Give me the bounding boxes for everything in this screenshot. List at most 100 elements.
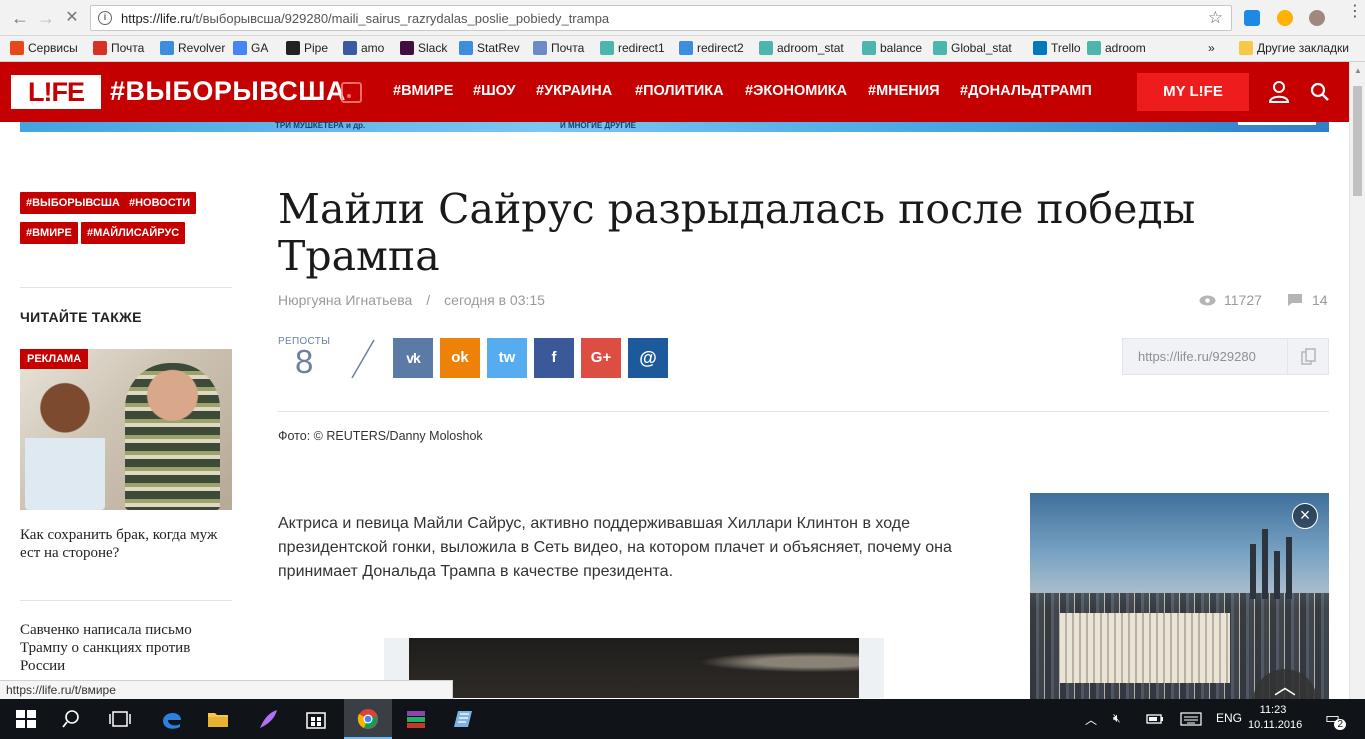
store-icon[interactable] (304, 708, 328, 730)
bookmarks-more-button[interactable]: » (1208, 41, 1215, 55)
bookmark-pipe[interactable]: Pipe (286, 41, 328, 55)
nav-item-5[interactable]: #ЭКОНОМИКА (745, 83, 847, 99)
info-icon[interactable]: i (98, 11, 112, 25)
comment-icon (1288, 294, 1302, 306)
bookmark-star-icon[interactable]: ☆ (1208, 8, 1223, 28)
browser-menu-icon[interactable]: ⋮ (1347, 4, 1363, 20)
search-icon[interactable] (62, 708, 86, 730)
notepad-icon[interactable] (452, 708, 476, 730)
nav-item-3[interactable]: #УКРАИНА (536, 83, 612, 99)
bookmark-redirect2[interactable]: redirect2 (679, 41, 744, 55)
bookmark-почта[interactable]: Почта (533, 41, 584, 55)
keyboard-icon[interactable] (1180, 710, 1202, 728)
nav-item-2[interactable]: #ШОУ (473, 83, 516, 99)
bookmark-slack[interactable]: Slack (400, 41, 447, 55)
windows-start-icon[interactable] (14, 708, 38, 730)
back-arrow-icon[interactable]: ← (10, 8, 30, 28)
search-icon[interactable] (1310, 82, 1330, 102)
tag-vyboryvssha[interactable]: #ВЫБОРЫВСША (20, 192, 126, 214)
nav-item-6[interactable]: #МНЕНИЯ (868, 83, 940, 99)
related-news-link[interactable]: Савченко написала письмо Трампу о санкци… (20, 621, 232, 675)
publish-time: сегодня в 03:15 (444, 292, 545, 308)
rss-icon[interactable] (341, 82, 362, 103)
scrollbar-thumb[interactable] (1353, 86, 1362, 196)
bookmark-amo[interactable]: amo (343, 41, 384, 55)
google-icon (233, 41, 247, 55)
bookmark-adroom-stat[interactable]: adroom_stat (759, 41, 844, 55)
task-view-icon[interactable] (108, 708, 132, 730)
cookie-extension-icon[interactable] (1309, 10, 1325, 26)
file-explorer-icon[interactable] (206, 708, 230, 730)
volume-muted-icon[interactable]: 🔇︎ (1113, 711, 1121, 726)
share-vk-button[interactable]: vk (393, 338, 433, 378)
close-icon[interactable]: × (1292, 503, 1318, 529)
banner-text: И МНОГИЕ ДРУГИЕ (560, 122, 637, 130)
slash-divider (351, 339, 375, 379)
comments-count[interactable]: 14 (1288, 292, 1328, 308)
my-life-button[interactable]: MY L!FE (1137, 73, 1249, 111)
share-twitter-button[interactable]: tw (487, 338, 527, 378)
nav-item-4[interactable]: #ПОЛИТИКА (635, 83, 724, 99)
section-title[interactable]: #ВЫБОРЫВСША (110, 76, 346, 107)
ad-banner[interactable]: ТРИ МУШКЕТЕРА и др. И МНОГИЕ ДРУГИЕ (20, 122, 1329, 132)
short-link-text[interactable]: https://life.ru/929280 (1138, 349, 1256, 364)
share-ok-button[interactable]: ok (440, 338, 480, 378)
battery-icon[interactable] (1145, 710, 1165, 728)
bookmark-trello[interactable]: Trello (1033, 41, 1081, 55)
extension-icon[interactable] (1244, 10, 1260, 26)
read-also-heading: ЧИТАЙТЕ ТАКЖЕ (20, 309, 142, 325)
site-header: L!FE #ВЫБОРЫВСША #ВМИРЕ #ШОУ #УКРАИНА #ПОЛИ… (0, 62, 1349, 122)
show-hidden-icons[interactable]: ︿ (1085, 711, 1097, 728)
tag-vmire[interactable]: #ВМИРЕ (20, 222, 78, 244)
edge-browser-icon[interactable] (160, 708, 184, 730)
share-facebook-button[interactable]: f (534, 338, 574, 378)
bookmark-redirect1[interactable]: redirect1 (600, 41, 665, 55)
tag-mailisairus[interactable]: #МАЙЛИСАЙРУС (81, 222, 186, 244)
nav-item-7[interactable]: #ДОНАЛЬДТРАМП (960, 83, 1092, 99)
forward-arrow-icon[interactable]: → (36, 8, 56, 28)
stop-loading-icon[interactable]: ✕ (62, 8, 82, 28)
bookmark-balance[interactable]: balance (862, 41, 922, 55)
divider (20, 287, 232, 288)
site-logo[interactable]: L!FE (11, 75, 101, 109)
article-meta: Нюргуяна Игнатьева / сегодня в 03:15 (278, 292, 545, 308)
input-language[interactable]: ENG (1216, 711, 1242, 725)
action-center-button[interactable]: ▭ 2 (1325, 708, 1355, 730)
bookmark-statrev[interactable]: StatRev (459, 41, 520, 55)
address-url[interactable]: https://life.ru/t/выборывсша/929280/mail… (121, 11, 609, 26)
bookmark-ga[interactable]: GA (233, 41, 268, 55)
bookmark-почта[interactable]: Почта (93, 41, 144, 55)
status-bar-url: https://life.ru/t/вмире (0, 680, 453, 700)
bookmark-adroom[interactable]: adroom (1087, 41, 1146, 55)
scroll-up-arrow-icon[interactable]: ▲ (1354, 66, 1362, 75)
promo-link[interactable]: Как сохранить брак, когда муж ест на сто… (20, 526, 232, 562)
revolver-icon (160, 41, 174, 55)
share-google-plus-button[interactable]: G+ (581, 338, 621, 378)
pipe-icon (286, 41, 300, 55)
tag-novosti[interactable]: #НОВОСТИ (123, 192, 197, 214)
page-scrollbar[interactable]: ▲ (1349, 62, 1365, 699)
address-bar[interactable]: i https://life.ru/t/выборывсша/929280/ma… (90, 5, 1232, 31)
feather-app-icon[interactable] (256, 708, 280, 730)
bookmark-global-stat[interactable]: Global_stat (933, 41, 1012, 55)
bookmark-revolver[interactable]: Revolver (160, 41, 225, 55)
bookmark-сервисы[interactable]: Сервисы (10, 41, 78, 55)
promo-image[interactable] (20, 349, 232, 510)
share-mail-button[interactable]: @ (628, 338, 668, 378)
nav-item-1[interactable]: #ВМИРЕ (393, 83, 453, 99)
banner-button[interactable] (1238, 122, 1316, 125)
other-bookmarks-folder[interactable]: Другие закладки (1239, 41, 1349, 55)
chrome-icon[interactable] (356, 708, 380, 730)
banner-text: ТРИ МУШКЕТЕРА и др. (275, 122, 366, 130)
winrar-icon[interactable] (404, 708, 428, 730)
views-count: 11727 (1199, 292, 1262, 308)
taskbar-clock[interactable]: 11:23 10.11.2016 (1248, 703, 1302, 733)
short-link-field[interactable]: https://life.ru/929280 (1122, 338, 1329, 375)
user-icon[interactable] (1269, 81, 1289, 103)
author-link[interactable]: Нюргуяна Игнатьева (278, 292, 412, 308)
mail-icon (533, 41, 547, 55)
extension-icon[interactable] (1277, 10, 1293, 26)
video-embed[interactable] (384, 638, 884, 698)
article-lead: Актриса и певица Майли Сайрус, активно п… (278, 515, 952, 580)
copy-link-button[interactable] (1287, 339, 1328, 374)
